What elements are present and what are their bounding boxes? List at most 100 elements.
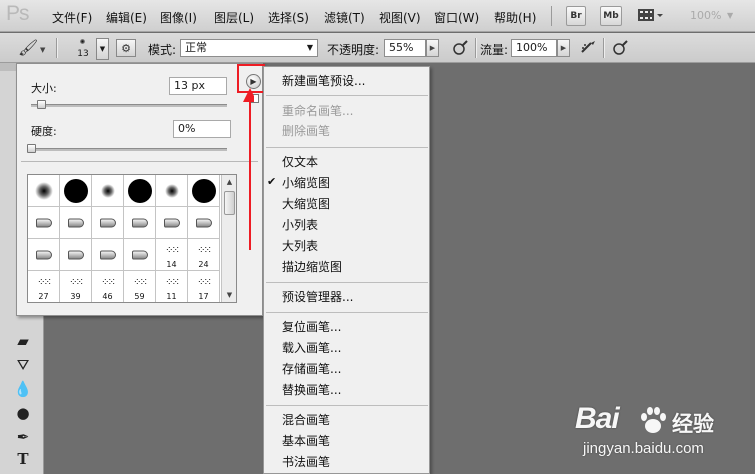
- eraser-tool-icon[interactable]: ▰: [13, 331, 33, 351]
- menu-help[interactable]: 帮助(H): [494, 9, 536, 26]
- menu-select[interactable]: 选择(S): [268, 9, 309, 26]
- menu-separator: [266, 95, 428, 96]
- size-label: 大小:: [31, 82, 57, 95]
- hardness-input[interactable]: 0%: [173, 120, 231, 138]
- type-tool-icon[interactable]: T: [13, 449, 33, 469]
- brush-tip-icon: [35, 250, 52, 259]
- brush-preset-cell[interactable]: [156, 175, 188, 207]
- paint-bucket-tool-icon[interactable]: ⛛: [13, 355, 33, 375]
- dodge-tool-icon[interactable]: ●: [13, 403, 33, 423]
- brush-preset-cell[interactable]: [156, 207, 188, 239]
- spatter-brush-icon: ⁘⁙: [69, 276, 84, 288]
- brush-preset-cell[interactable]: [188, 175, 220, 207]
- pen-tool-icon[interactable]: ✒: [13, 427, 33, 447]
- brush-preset-cell[interactable]: ⁘⁙ 27: [28, 271, 60, 302]
- opacity-slider-button[interactable]: ▶: [426, 39, 439, 57]
- blur-tool-icon[interactable]: 💧: [13, 379, 33, 399]
- brush-preset-cell[interactable]: ⁘⁙ 11: [156, 271, 188, 302]
- brush-preset-cell[interactable]: [92, 207, 124, 239]
- flyout-menu-item[interactable]: 大缩览图: [282, 195, 330, 212]
- hardness-label: 硬度:: [31, 125, 57, 138]
- menu-image[interactable]: 图像(I): [160, 9, 197, 26]
- brush-preset-cell[interactable]: [124, 239, 156, 271]
- view-extras-button[interactable]: [636, 6, 664, 26]
- flow-slider-button[interactable]: ▶: [557, 39, 570, 57]
- flyout-menu-item[interactable]: 存储画笔...: [282, 360, 341, 377]
- flyout-menu-item[interactable]: 替换画笔...: [282, 381, 341, 398]
- flyout-menu-item[interactable]: 载入画笔...: [282, 339, 341, 356]
- zoom-level[interactable]: 100%: [690, 9, 721, 22]
- brush-preset-cell[interactable]: [28, 207, 60, 239]
- size-slider-track[interactable]: [31, 104, 227, 107]
- airbrush-icon[interactable]: [578, 39, 598, 57]
- flyout-menu-item[interactable]: 仅文本: [282, 153, 318, 170]
- flyout-menu-item[interactable]: 小缩览图: [282, 174, 330, 191]
- menu-filter[interactable]: 滤镜(T): [324, 9, 365, 26]
- brush-size-label: 46: [102, 292, 113, 301]
- brush-preset-cell[interactable]: [124, 207, 156, 239]
- brush-panel-toggle-icon[interactable]: ⚙: [116, 39, 136, 57]
- spatter-brush-icon: ⁘⁙: [101, 276, 116, 288]
- brush-preset-cell[interactable]: ⁘⁙ 59: [124, 271, 156, 302]
- pressure-opacity-icon[interactable]: [450, 39, 470, 57]
- flyout-menu-item[interactable]: 新建画笔预设...: [282, 72, 365, 89]
- opacity-input[interactable]: 55%: [384, 39, 426, 57]
- brush-tip-icon: [35, 218, 52, 227]
- brush-tip-icon: [195, 218, 212, 227]
- flyout-menu-item[interactable]: 重命名画笔...: [282, 102, 353, 119]
- brush-preset-picker[interactable]: 13: [74, 36, 92, 62]
- brush-preset-cell[interactable]: ⁘⁙ 39: [60, 271, 92, 302]
- flyout-menu-item[interactable]: 复位画笔...: [282, 318, 341, 335]
- menu-edit[interactable]: 编辑(E): [106, 9, 147, 26]
- flow-input[interactable]: 100%: [511, 39, 557, 57]
- brush-preset-cell[interactable]: ⁘⁙ 46: [92, 271, 124, 302]
- brush-preset-cell[interactable]: [60, 239, 92, 271]
- brush-preset-cell[interactable]: ⁘⁙ 14: [156, 239, 188, 271]
- menu-view[interactable]: 视图(V): [379, 9, 421, 26]
- flyout-menu-item[interactable]: 书法画笔: [282, 453, 330, 470]
- hardness-slider-track[interactable]: [31, 148, 227, 151]
- size-slider-thumb[interactable]: [36, 100, 46, 109]
- brush-preset-cell[interactable]: [28, 239, 60, 271]
- brush-preset-cell[interactable]: ⁘⁙ 24: [188, 239, 220, 271]
- minibridge-button[interactable]: Mb: [600, 6, 622, 26]
- flyout-menu-item[interactable]: 描边缩览图: [282, 258, 342, 275]
- brush-picker-dropdown-button[interactable]: ▼: [96, 38, 109, 60]
- brush-preset-cell[interactable]: [92, 175, 124, 207]
- brush-tool-icon[interactable]: 🖌: [18, 39, 38, 57]
- pressure-size-icon[interactable]: [610, 39, 630, 57]
- menu-window[interactable]: 窗口(W): [434, 9, 479, 26]
- size-input[interactable]: 13 px: [169, 77, 227, 95]
- brush-preset-cell[interactable]: [188, 207, 220, 239]
- hardness-slider-thumb[interactable]: [27, 144, 36, 153]
- flyout-menu-item[interactable]: 基本画笔: [282, 432, 330, 449]
- tool-preset-arrow-icon[interactable]: ▼: [40, 46, 45, 54]
- zoom-dropdown-arrow-icon[interactable]: ▼: [727, 11, 733, 20]
- bridge-button[interactable]: Br: [566, 6, 586, 26]
- brush-size-label: 11: [166, 292, 177, 301]
- spatter-brush-icon: ⁘⁙: [165, 244, 180, 256]
- options-bar: 🖌 ▼ 13 ▼ ⚙ 模式: 正常 ▼ 不透明度: 55% ▶ 流量: 100%…: [0, 33, 755, 63]
- scroll-up-icon[interactable]: ▲: [222, 175, 236, 189]
- mode-select[interactable]: 正常 ▼: [180, 39, 318, 57]
- scroll-thumb[interactable]: [224, 191, 235, 215]
- flyout-menu-item[interactable]: 大列表: [282, 237, 318, 254]
- brush-preset-cell[interactable]: [92, 239, 124, 271]
- baidu-paw-icon: [641, 407, 666, 433]
- scroll-down-icon[interactable]: ▼: [222, 288, 236, 302]
- menu-layer[interactable]: 图层(L): [214, 9, 254, 26]
- flyout-menu-item[interactable]: 混合画笔: [282, 411, 330, 428]
- brush-preset-cell[interactable]: [28, 175, 60, 207]
- spatter-brush-icon: ⁘⁙: [133, 276, 148, 288]
- flyout-menu-item[interactable]: 小列表: [282, 216, 318, 233]
- brush-preset-cell[interactable]: ⁘⁙ 17: [188, 271, 220, 302]
- flyout-menu-item[interactable]: 预设管理器...: [282, 288, 353, 305]
- soft-brush-dot-icon: [80, 39, 85, 44]
- brush-size-label: 14: [166, 260, 177, 269]
- flyout-menu-item[interactable]: 删除画笔: [282, 122, 330, 139]
- brush-preset-cell[interactable]: [60, 175, 92, 207]
- brush-preset-cell[interactable]: [60, 207, 92, 239]
- grid-scrollbar[interactable]: ▲ ▼: [221, 175, 236, 302]
- brush-preset-cell[interactable]: [124, 175, 156, 207]
- menu-file[interactable]: 文件(F): [52, 9, 92, 26]
